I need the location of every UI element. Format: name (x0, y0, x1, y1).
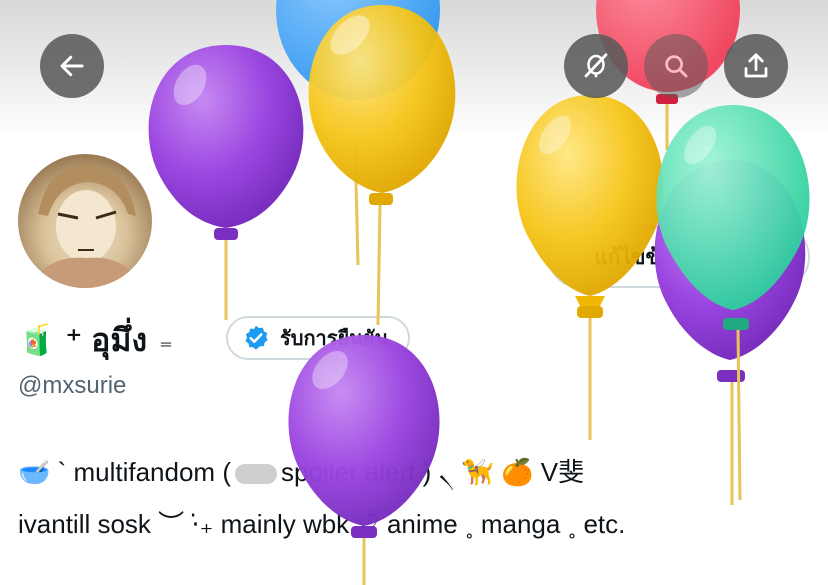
avatar[interactable] (14, 150, 156, 292)
name-suffix: ₌ (159, 324, 173, 355)
arrow-left-icon (60, 55, 84, 77)
edit-profile-label: แก้ไขข้อมูลส่วนตัว (594, 245, 764, 269)
avatar-image (18, 154, 152, 288)
display-name-row: 🧃 ⁺ อุมึ่ง ₌ (18, 318, 173, 362)
search-button[interactable] (644, 34, 708, 98)
edit-profile-button[interactable]: แก้ไขข้อมูลส่วนตัว (548, 226, 810, 288)
user-handle: @mxsurie (18, 372, 127, 399)
display-name: ⁺ อุมึ่ง (65, 321, 148, 358)
verified-badge-icon (245, 325, 268, 350)
bio-text-1a: 🥣 ` multifandom ( (18, 457, 231, 487)
juice-box-icon: 🧃 (18, 323, 56, 357)
get-verified-label: รับการยืนยัน (280, 328, 389, 350)
bio-line-2: ivantill sosk ︶ ⋅̇₊ mainly wbk ♡̆̈ anime… (18, 509, 626, 539)
bio-text-1b: spoiler alert ) ৲ 🦮 🍊 V斐 (280, 457, 585, 487)
get-verified-button[interactable]: รับการยืนยัน (226, 316, 411, 360)
bio-line-1: 🥣 ` multifandom ( spoiler alert ) ৲ 🦮 🍊 V… (18, 446, 818, 498)
share-icon (744, 53, 768, 78)
balloon-teal (656, 105, 810, 501)
profile-bio: 🥣 ` multifandom ( spoiler alert ) ৲ 🦮 🍊 V… (18, 446, 818, 550)
balloon-off-icon (584, 53, 608, 78)
balloon-toggle-button[interactable] (564, 34, 628, 98)
search-icon (665, 55, 688, 78)
back-button[interactable] (40, 34, 104, 98)
share-button[interactable] (724, 34, 788, 98)
dots-pill-icon (234, 464, 277, 485)
